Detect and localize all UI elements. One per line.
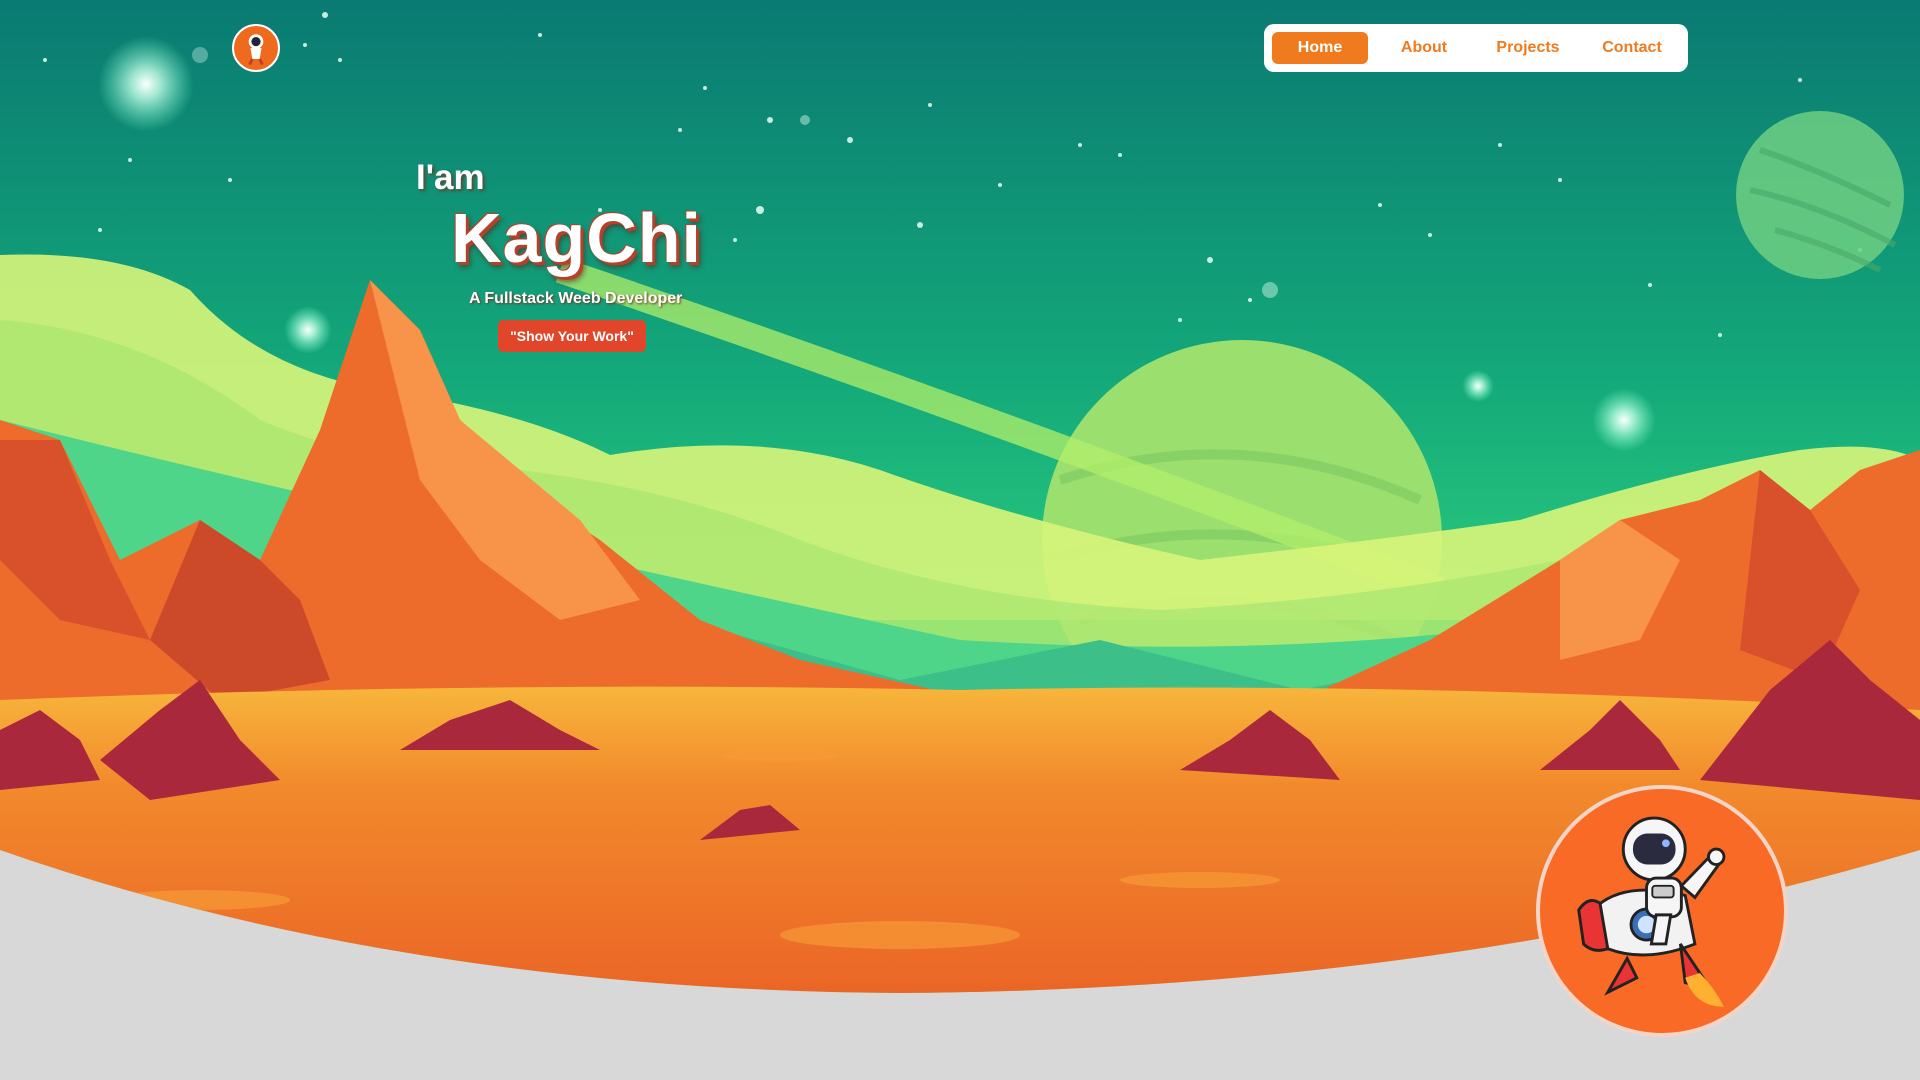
nav-home[interactable]: Home	[1272, 32, 1368, 64]
hero-tagline: A Fullstack Weeb Developer	[469, 290, 683, 307]
hero-section: Home About Projects Contact I'am KagChi …	[0, 0, 1920, 1080]
nav-contact[interactable]: Contact	[1584, 32, 1680, 64]
astronaut-rocket-illustration	[1536, 785, 1788, 1037]
hero-greeting: I'am	[416, 158, 485, 197]
nav-projects[interactable]: Projects	[1480, 32, 1576, 64]
show-work-button[interactable]: "Show Your Work"	[498, 320, 646, 352]
main-nav: Home About Projects Contact	[1264, 24, 1688, 72]
nav-about[interactable]: About	[1376, 32, 1472, 64]
logo-icon[interactable]	[232, 24, 280, 72]
hero-name: KagChi	[451, 199, 702, 277]
